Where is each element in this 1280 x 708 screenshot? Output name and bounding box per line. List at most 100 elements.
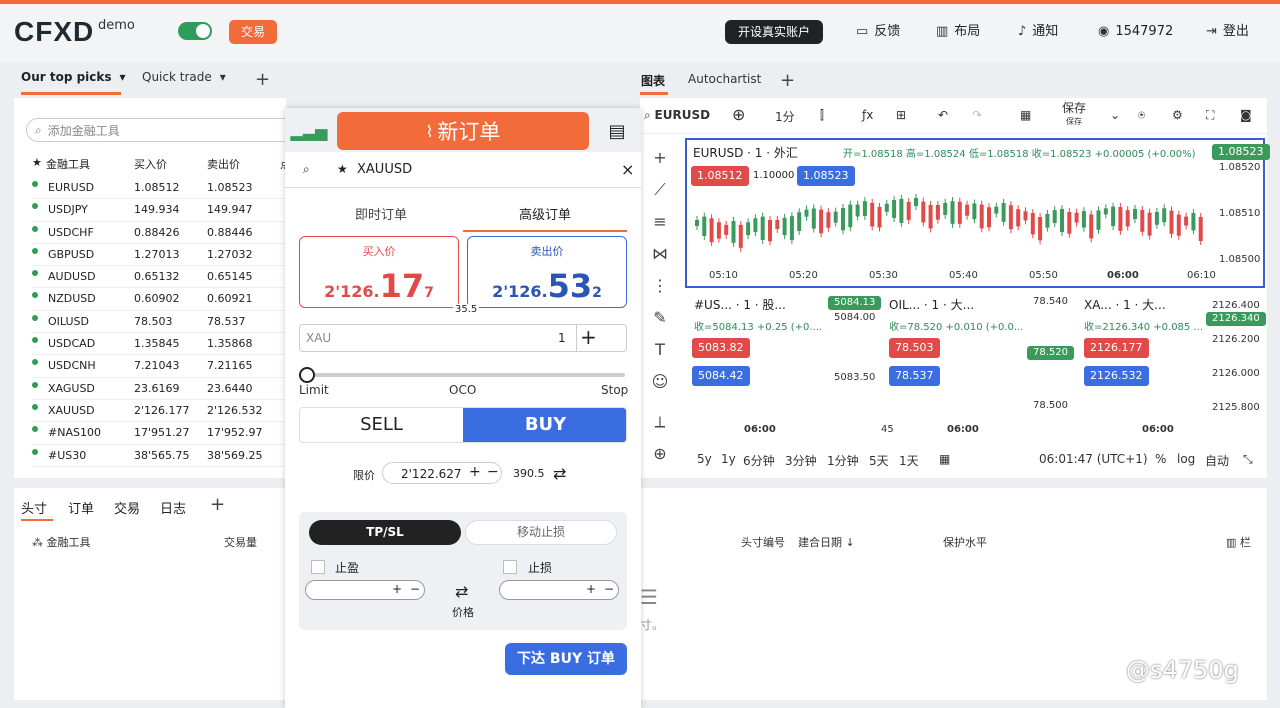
watchlist-row[interactable]: #US30 38'565.75 38'569.25 (32, 445, 292, 467)
watchlist-row[interactable]: USDCNH 7.21043 7.21165 (32, 355, 292, 378)
sell-price-box[interactable]: 卖出价 2'126.532 (467, 236, 627, 308)
stop-loss-checkbox[interactable] (503, 560, 517, 574)
take-profit-input[interactable]: + − (305, 580, 425, 600)
watchlist-row[interactable]: OILUSD 78.503 78.537 (32, 311, 292, 334)
minus-icon[interactable]: − (410, 582, 420, 596)
trendline-icon[interactable]: ⟋ (650, 180, 670, 200)
trade-button[interactable]: 交易 (229, 20, 277, 44)
account-button[interactable]: ◉ 1547972 (1098, 20, 1173, 44)
chevron-down-icon[interactable]: ⌄ (1110, 108, 1120, 122)
feedback-button[interactable]: ▭ 反馈 (856, 20, 900, 44)
add-tab-icon[interactable]: + (255, 71, 270, 89)
ruler-icon[interactable]: ⟂ (650, 412, 670, 432)
limit-price-input[interactable]: 2'122.627 + − (382, 462, 502, 484)
watchlist-row[interactable]: AUDUSD 0.65132 0.65145 (32, 266, 292, 289)
star-icon[interactable]: ★ (337, 162, 348, 176)
search-icon[interactable]: ⌕ (303, 162, 310, 177)
projection-icon[interactable]: ⋮ (650, 276, 670, 295)
mini-ask[interactable]: 2126.532 (1084, 366, 1149, 386)
tab-trades[interactable]: 交易 (114, 498, 140, 517)
watchlist-row[interactable]: EURUSD 1.08512 1.08523 (32, 177, 292, 200)
minus-icon[interactable]: − (604, 582, 614, 596)
mini-chart-us[interactable]: #US... · 1 · 股... 5084.13 收=5084.13 +0.2… (688, 292, 882, 442)
watchlist-row[interactable]: USDJPY 149.934 149.947 (32, 199, 292, 222)
range-6m[interactable]: 6分钟 (743, 452, 775, 469)
interval-select[interactable]: 1分 (775, 108, 795, 125)
buy-button[interactable]: BUY (463, 408, 626, 442)
instrument-search[interactable]: ⌕ 添加金融工具 (26, 118, 306, 142)
expand-icon[interactable]: ⤡ (1243, 452, 1253, 467)
tab-top-picks[interactable]: Our top picks ▾ (21, 70, 126, 84)
auto-toggle[interactable]: 自动 (1205, 452, 1229, 469)
layout-icon[interactable]: ▦ (1020, 108, 1031, 122)
range-5d[interactable]: 5天 (869, 452, 889, 469)
layout-button[interactable]: ▥ 布局 (936, 20, 980, 44)
mini-bid[interactable]: 5083.82 (692, 338, 750, 358)
redo-icon[interactable]: ↷ (972, 108, 982, 122)
tab-quick-trade[interactable]: Quick trade ▾ (142, 70, 226, 84)
crosshair-icon[interactable]: + (650, 148, 670, 167)
sell-button[interactable]: SELL (300, 408, 463, 442)
swap-icon[interactable]: ⇄ (455, 582, 468, 601)
emoji-icon[interactable]: ☺ (650, 372, 670, 391)
zoom-icon[interactable]: ⊕ (650, 444, 670, 463)
qty-plus-button[interactable]: + (580, 325, 597, 349)
watchlist-row[interactable]: USDCAD 1.35845 1.35868 (32, 333, 292, 356)
quantity-input[interactable]: XAU 1 + (299, 324, 627, 352)
save-button[interactable]: 保存 保存 (1062, 102, 1086, 128)
logout-button[interactable]: ⇥ 登出 (1206, 20, 1249, 44)
tab-positions[interactable]: 头寸 (21, 498, 47, 517)
swap-icon[interactable]: ⇄ (553, 464, 566, 483)
tab-log[interactable]: 日志 (160, 498, 186, 517)
add-tab-icon[interactable]: + (210, 496, 225, 514)
range-1m[interactable]: 1分钟 (827, 452, 859, 469)
watchlist-row[interactable]: XAGUSD 23.6169 23.6440 (32, 378, 292, 400)
document-icon[interactable]: ▤ (593, 112, 641, 150)
tab-autochartist[interactable]: Autochartist (688, 72, 761, 86)
mini-chart-xau[interactable]: XA... · 1 · 大... 2126.400 2126.340 收=212… (1080, 292, 1266, 442)
calendar-icon[interactable]: ▦ (939, 452, 950, 466)
signal-icon[interactable]: ▂▃▅ (285, 112, 333, 150)
plus-icon[interactable]: + (586, 582, 596, 596)
new-order-button[interactable]: ⌇ 新订单 (337, 112, 589, 150)
candles-icon[interactable]: ⫿ (820, 108, 824, 123)
range-3m[interactable]: 3分钟 (785, 452, 817, 469)
col-open-date[interactable]: 建合日期 ↓ (798, 534, 855, 550)
watchlist-row[interactable]: #NAS100 17'951.27 17'952.97 (32, 422, 292, 445)
place-buy-order-button[interactable]: 下达 BUY 订单 (505, 643, 627, 675)
log-toggle[interactable]: log (1177, 452, 1195, 466)
mini-bid[interactable]: 2126.177 (1084, 338, 1149, 358)
watchlist-row[interactable]: XAUUSD 2'126.177 2'126.532 (32, 400, 292, 423)
camera-icon[interactable]: ◙ (1240, 108, 1252, 122)
tab-chart[interactable]: 图表 (641, 72, 665, 89)
symbol-search[interactable]: ⌕ EURUSD (644, 108, 710, 123)
watchlist-row[interactable]: NZDUSD 0.60902 0.60921 (32, 288, 292, 311)
order-type-slider[interactable] (299, 367, 625, 383)
slider-knob[interactable] (299, 367, 315, 383)
text-icon[interactable]: T (650, 340, 670, 359)
mini-chart-oil[interactable]: OIL... · 1 · 大... 78.540 收=78.520 +0.010… (881, 292, 1075, 442)
buy-price-box[interactable]: 买入价 2'126.177 (299, 236, 459, 308)
tab-orders[interactable]: 订单 (68, 498, 94, 517)
close-icon[interactable]: × (621, 160, 634, 179)
quick-search-icon[interactable]: ⍟ (1138, 108, 1145, 123)
brush-icon[interactable]: ✎ (650, 308, 670, 327)
tab-instant-order[interactable]: 即时订单 (299, 204, 463, 223)
mini-bid[interactable]: 78.503 (889, 338, 940, 358)
columns-button[interactable]: ▥ 栏 (1226, 534, 1251, 550)
range-5y[interactable]: 5y (697, 452, 712, 466)
mini-ask[interactable]: 78.537 (889, 366, 940, 386)
indicators-icon[interactable]: ƒx (862, 108, 873, 122)
mini-ask[interactable]: 5084.42 (692, 366, 750, 386)
tpsl-tab[interactable]: TP/SL (309, 520, 461, 545)
watchlist-row[interactable]: USDCHF 0.88426 0.88446 (32, 222, 292, 244)
stop-loss-input[interactable]: + − (499, 580, 619, 600)
fullscreen-icon[interactable]: ⛶ (1206, 108, 1214, 123)
watchlist-row[interactable]: GBPUSD 1.27013 1.27032 (32, 244, 292, 267)
notify-button[interactable]: ♪ 通知 (1018, 20, 1058, 44)
limit-plus-button[interactable]: + (469, 464, 481, 480)
add-compare-icon[interactable]: ⊕ (732, 105, 745, 124)
main-chart[interactable]: EURUSD · 1 · 外汇 开=1.08518 高=1.08524 低=1.… (685, 138, 1270, 288)
take-profit-checkbox[interactable] (311, 560, 325, 574)
templates-icon[interactable]: ⊞ (896, 108, 906, 122)
